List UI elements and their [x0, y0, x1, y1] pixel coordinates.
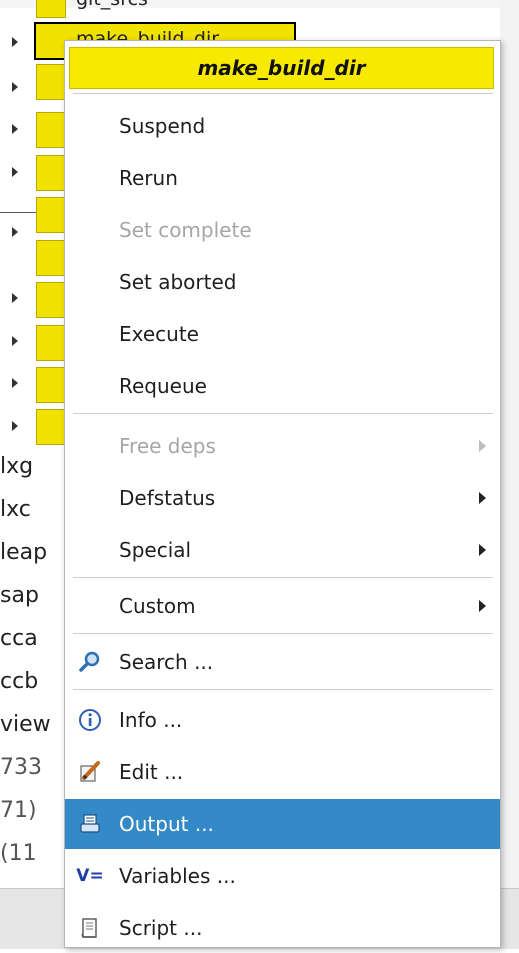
menu-item-label: Execute: [119, 322, 199, 346]
menu-item-variables[interactable]: V= Variables ...: [65, 851, 500, 901]
tree-side-label: view: [0, 712, 51, 737]
tree-node[interactable]: [36, 64, 66, 100]
menu-item-label: Set aborted: [119, 270, 237, 294]
menu-separator: [73, 577, 493, 578]
menu-item-execute[interactable]: Execute: [65, 309, 500, 359]
menu-item-output[interactable]: Output ...: [65, 799, 500, 849]
tree-side-label: leap: [0, 540, 48, 565]
menu-item-label: Custom: [119, 594, 196, 618]
tree-node[interactable]: [36, 197, 66, 233]
submenu-arrow-icon: [479, 600, 486, 612]
menu-item-label: Requeue: [119, 374, 207, 398]
menu-item-script[interactable]: Script ...: [65, 903, 500, 953]
context-menu: make_build_dir Suspend Rerun Set complet…: [64, 40, 501, 948]
submenu-arrow-icon: [479, 544, 486, 556]
menu-item-label: Set complete: [119, 218, 252, 242]
tree-side-label: 733: [0, 755, 42, 780]
menu-separator: [73, 633, 493, 634]
menu-item-label: Special: [119, 538, 192, 562]
expand-arrow-icon[interactable]: [12, 124, 18, 134]
tree-node[interactable]: [36, 240, 66, 276]
tree-side-label: 71): [0, 798, 37, 823]
menu-item-label: Info ...: [119, 708, 183, 732]
menu-item-label: Rerun: [119, 166, 178, 190]
script-icon: [77, 915, 103, 941]
tree-node[interactable]: [36, 325, 66, 361]
tree-node[interactable]: [36, 282, 66, 318]
output-icon: [77, 811, 103, 837]
tree-side-label: ccb: [0, 669, 39, 694]
tree-connector-line: [0, 212, 36, 213]
menu-item-edit[interactable]: Edit ...: [65, 747, 500, 797]
submenu-arrow-icon: [479, 440, 486, 452]
menu-item-suspend[interactable]: Suspend: [65, 101, 500, 151]
menu-item-search[interactable]: Search ...: [65, 637, 500, 687]
expand-arrow-icon[interactable]: [12, 82, 18, 92]
menu-separator: [73, 413, 493, 414]
menu-item-set-aborted[interactable]: Set aborted: [65, 257, 500, 307]
tree-node[interactable]: [36, 367, 66, 403]
expand-arrow-icon[interactable]: [12, 336, 18, 346]
submenu-arrow-icon: [479, 492, 486, 504]
menu-item-custom[interactable]: Custom: [65, 581, 500, 631]
menu-item-label: Output ...: [119, 812, 214, 836]
tree-side-label: lxc: [0, 497, 31, 522]
tree-node[interactable]: [36, 409, 66, 445]
expand-arrow-icon[interactable]: [12, 421, 18, 431]
menu-title: make_build_dir: [69, 47, 494, 89]
scrollbar-track[interactable]: [500, 0, 519, 948]
tree-side-label: (11: [0, 841, 37, 866]
menu-item-label: Script ...: [119, 916, 203, 940]
tree-node-label: git_srcs: [76, 0, 148, 10]
menu-item-requeue[interactable]: Requeue: [65, 361, 500, 411]
tree-node[interactable]: [36, 155, 66, 191]
expand-arrow-icon[interactable]: [12, 227, 18, 237]
menu-item-set-complete: Set complete: [65, 205, 500, 255]
menu-item-label: Defstatus: [119, 486, 216, 510]
menu-item-special[interactable]: Special: [65, 525, 500, 575]
tree-side-label: sap: [0, 583, 39, 608]
menu-item-free-deps: Free deps: [65, 421, 500, 471]
info-icon: [77, 707, 103, 733]
tree-side-label: lxg: [0, 454, 34, 479]
menu-separator: [73, 689, 493, 690]
expand-arrow-icon[interactable]: [12, 293, 18, 303]
tree-node[interactable]: [36, 112, 66, 148]
tree-side-label: cca: [0, 626, 38, 651]
expand-arrow-icon[interactable]: [12, 378, 18, 388]
expand-arrow-icon[interactable]: [12, 37, 18, 47]
menu-item-label: Edit ...: [119, 760, 184, 784]
menu-item-defstatus[interactable]: Defstatus: [65, 473, 500, 523]
variables-icon: V=: [76, 866, 104, 886]
edit-icon: [77, 759, 103, 785]
search-icon: [77, 649, 103, 675]
menu-separator: [73, 93, 493, 94]
menu-item-label: Free deps: [119, 434, 216, 458]
menu-item-info[interactable]: Info ...: [65, 695, 500, 745]
expand-arrow-icon[interactable]: [12, 167, 18, 177]
menu-item-label: Variables ...: [119, 864, 236, 888]
tree-node-git-srcs[interactable]: [36, 0, 66, 18]
menu-item-label: Suspend: [119, 114, 206, 138]
menu-item-rerun[interactable]: Rerun: [65, 153, 500, 203]
menu-item-label: Search ...: [119, 650, 214, 674]
